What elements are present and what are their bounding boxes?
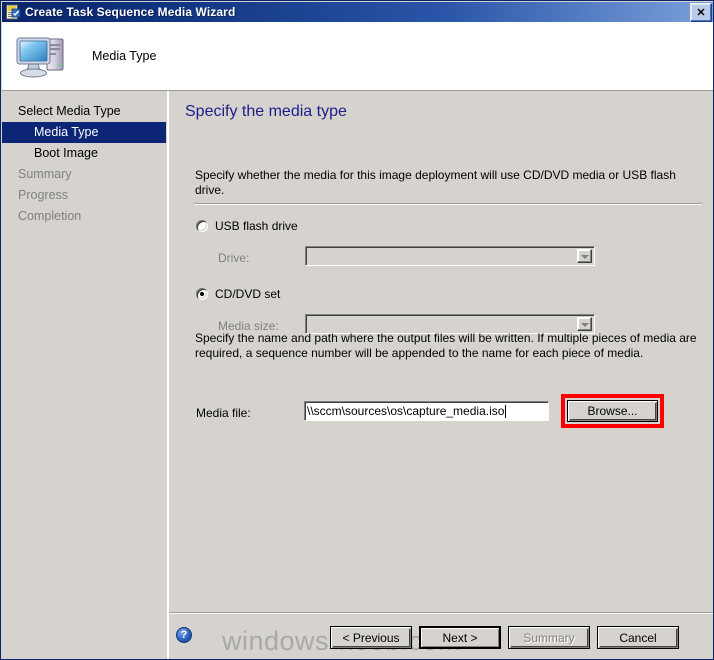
text-caret (505, 404, 507, 418)
next-button[interactable]: Next > (419, 626, 501, 649)
radio-cd-dvd-label: CD/DVD set (215, 287, 281, 301)
wizard-footer: ? windows-noob.com < Previous Next > Sum… (169, 614, 713, 659)
separator-top (194, 203, 702, 205)
content-pane: Specify the media type Specify whether t… (169, 91, 713, 612)
cancel-button[interactable]: Cancel (597, 626, 679, 649)
radio-cd-dvd-indicator (196, 288, 208, 300)
sidebar-item-progress: Progress (18, 188, 69, 202)
chevron-down-icon[interactable] (577, 317, 592, 331)
intro-text: Specify whether the media for this image… (195, 168, 676, 197)
wizard-body: Select Media Type Media Type Boot Image … (2, 91, 713, 659)
computer-icon (14, 30, 74, 82)
window-title: Create Task Sequence Media Wizard (25, 5, 236, 19)
title-bar: Create Task Sequence Media Wizard ✕ (2, 2, 713, 22)
radio-usb-flash-drive[interactable]: USB flash drive (196, 219, 298, 233)
page-title: Specify the media type (185, 103, 347, 120)
radio-usb-indicator (196, 220, 208, 232)
wizard-window: Create Task Sequence Media Wizard ✕ Medi… (0, 0, 714, 660)
previous-button[interactable]: < Previous (330, 626, 412, 649)
output-description: Specify the name and path where the outp… (195, 331, 697, 360)
sidebar-item-select-media-type[interactable]: Select Media Type (2, 101, 166, 122)
sidebar-item-boot-image[interactable]: Boot Image (2, 143, 166, 164)
browse-button[interactable]: Browse... (567, 400, 658, 422)
drive-label: Drive: (218, 251, 250, 265)
close-button[interactable]: ✕ (690, 2, 712, 22)
media-file-input[interactable]: \\sccm\sources\os\capture_media.iso (304, 401, 549, 421)
media-file-label: Media file: (196, 406, 251, 420)
sidebar-item-summary: Summary (18, 167, 72, 181)
sidebar-item-media-type[interactable]: Media Type (2, 122, 166, 143)
header-title: Media Type (92, 49, 157, 63)
chevron-down-icon[interactable] (577, 249, 592, 263)
radio-usb-label: USB flash drive (215, 219, 298, 233)
wizard-header: Media Type (2, 22, 713, 91)
media-file-value: \\sccm\sources\os\capture_media.iso (307, 404, 505, 418)
radio-cd-dvd-set[interactable]: CD/DVD set (196, 287, 280, 301)
wizard-step-list: Select Media Type Media Type Boot Image … (2, 91, 166, 659)
help-question-icon[interactable]: ? (176, 627, 192, 643)
summary-button: Summary (508, 626, 590, 649)
drive-select[interactable] (305, 246, 595, 266)
sidebar-item-completion: Completion (18, 209, 82, 223)
wizard-document-icon (5, 4, 21, 20)
